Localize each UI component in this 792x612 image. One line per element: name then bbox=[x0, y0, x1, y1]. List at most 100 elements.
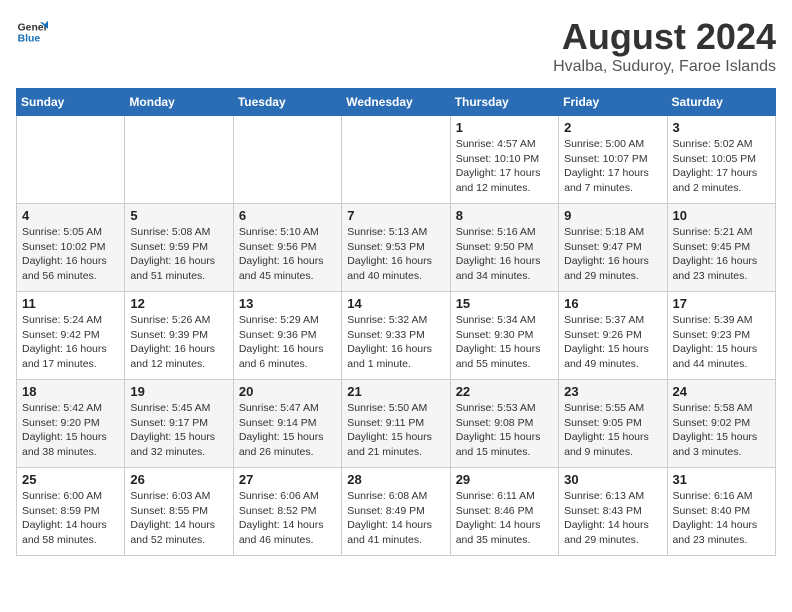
weekday-header-cell: Saturday bbox=[667, 89, 775, 116]
calendar-cell: 27 Sunrise: 6:06 AM Sunset: 8:52 PM Dayli… bbox=[233, 468, 341, 556]
day-info: Sunrise: 5:16 AM Sunset: 9:50 PM Dayligh… bbox=[456, 225, 553, 284]
calendar-cell: 12Sunrise: 5:26 AM Sunset: 9:39 PM Dayli… bbox=[125, 292, 233, 380]
day-info: Sunrise: 5:13 AM Sunset: 9:53 PM Dayligh… bbox=[347, 225, 444, 284]
day-number: 24 bbox=[673, 384, 770, 399]
weekday-header-cell: Wednesday bbox=[342, 89, 450, 116]
calendar-cell: 4 Sunrise: 5:05 AM Sunset: 10:02 PM Dayli… bbox=[17, 204, 125, 292]
weekday-header-row: SundayMondayTuesdayWednesdayThursdayFrid… bbox=[17, 89, 776, 116]
calendar-cell: 8 Sunrise: 5:16 AM Sunset: 9:50 PM Daylig… bbox=[450, 204, 558, 292]
day-number: 16 bbox=[564, 296, 661, 311]
calendar-cell: 23 Sunrise: 5:55 AM Sunset: 9:05 PM Dayli… bbox=[559, 380, 667, 468]
day-info: Sunrise: 5:47 AM Sunset: 9:14 PM Dayligh… bbox=[239, 401, 336, 460]
weekday-header-cell: Sunday bbox=[17, 89, 125, 116]
day-info: Sunrise: 5:18 AM Sunset: 9:47 PM Dayligh… bbox=[564, 225, 661, 284]
calendar-cell bbox=[125, 116, 233, 204]
day-info: Sunrise: 5:24 AM Sunset: 9:42 PM Dayligh… bbox=[22, 313, 119, 372]
day-number: 12 bbox=[130, 296, 227, 311]
subtitle: Hvalba, Suduroy, Faroe Islands bbox=[553, 58, 776, 76]
day-info: Sunrise: 6:13 AM Sunset: 8:43 PM Dayligh… bbox=[564, 489, 661, 548]
calendar-cell: 9 Sunrise: 5:18 AM Sunset: 9:47 PM Daylig… bbox=[559, 204, 667, 292]
logo-icon: General Blue bbox=[16, 16, 48, 48]
main-title: August 2024 bbox=[553, 16, 776, 58]
day-info: Sunrise: 5:32 AM Sunset: 9:33 PM Dayligh… bbox=[347, 313, 444, 372]
calendar-cell: 26 Sunrise: 6:03 AM Sunset: 8:55 PM Dayli… bbox=[125, 468, 233, 556]
day-number: 4 bbox=[22, 208, 119, 223]
calendar-cell: 24 Sunrise: 5:58 AM Sunset: 9:02 PM Dayli… bbox=[667, 380, 775, 468]
calendar-cell: 14Sunrise: 5:32 AM Sunset: 9:33 PM Dayli… bbox=[342, 292, 450, 380]
calendar-cell bbox=[342, 116, 450, 204]
day-info: Sunrise: 5:58 AM Sunset: 9:02 PM Dayligh… bbox=[673, 401, 770, 460]
day-info: Sunrise: 5:37 AM Sunset: 9:26 PM Dayligh… bbox=[564, 313, 661, 372]
day-number: 11 bbox=[22, 296, 119, 311]
weekday-header-cell: Monday bbox=[125, 89, 233, 116]
calendar-week-row: 18Sunrise: 5:42 AM Sunset: 9:20 PM Dayli… bbox=[17, 380, 776, 468]
day-number: 7 bbox=[347, 208, 444, 223]
calendar-cell: 29Sunrise: 6:11 AM Sunset: 8:46 PM Dayli… bbox=[450, 468, 558, 556]
calendar-cell: 21Sunrise: 5:50 AM Sunset: 9:11 PM Dayli… bbox=[342, 380, 450, 468]
calendar-cell: 30Sunrise: 6:13 AM Sunset: 8:43 PM Dayli… bbox=[559, 468, 667, 556]
day-number: 17 bbox=[673, 296, 770, 311]
day-info: Sunrise: 6:00 AM Sunset: 8:59 PM Dayligh… bbox=[22, 489, 119, 548]
day-info: Sunrise: 5:05 AM Sunset: 10:02 PM Daylig… bbox=[22, 225, 119, 284]
calendar-cell: 6Sunrise: 5:10 AM Sunset: 9:56 PM Daylig… bbox=[233, 204, 341, 292]
calendar-cell: 1 Sunrise: 4:57 AM Sunset: 10:10 PM Dayli… bbox=[450, 116, 558, 204]
day-info: Sunrise: 6:16 AM Sunset: 8:40 PM Dayligh… bbox=[673, 489, 770, 548]
calendar-cell bbox=[17, 116, 125, 204]
calendar-table: SundayMondayTuesdayWednesdayThursdayFrid… bbox=[16, 88, 776, 556]
weekday-header-cell: Tuesday bbox=[233, 89, 341, 116]
day-info: Sunrise: 5:53 AM Sunset: 9:08 PM Dayligh… bbox=[456, 401, 553, 460]
day-number: 13 bbox=[239, 296, 336, 311]
calendar-cell: 3 Sunrise: 5:02 AM Sunset: 10:05 PM Dayli… bbox=[667, 116, 775, 204]
day-number: 25 bbox=[22, 472, 119, 487]
day-number: 6 bbox=[239, 208, 336, 223]
title-block: August 2024 Hvalba, Suduroy, Faroe Islan… bbox=[553, 16, 776, 76]
day-info: Sunrise: 6:11 AM Sunset: 8:46 PM Dayligh… bbox=[456, 489, 553, 548]
day-info: Sunrise: 5:29 AM Sunset: 9:36 PM Dayligh… bbox=[239, 313, 336, 372]
calendar-cell: 17Sunrise: 5:39 AM Sunset: 9:23 PM Dayli… bbox=[667, 292, 775, 380]
weekday-header-cell: Thursday bbox=[450, 89, 558, 116]
calendar-week-row: 4 Sunrise: 5:05 AM Sunset: 10:02 PM Dayli… bbox=[17, 204, 776, 292]
calendar-cell: 2 Sunrise: 5:00 AM Sunset: 10:07 PM Dayli… bbox=[559, 116, 667, 204]
calendar-cell: 15Sunrise: 5:34 AM Sunset: 9:30 PM Dayli… bbox=[450, 292, 558, 380]
day-number: 22 bbox=[456, 384, 553, 399]
day-info: Sunrise: 6:08 AM Sunset: 8:49 PM Dayligh… bbox=[347, 489, 444, 548]
day-number: 23 bbox=[564, 384, 661, 399]
day-number: 27 bbox=[239, 472, 336, 487]
calendar-week-row: 11 Sunrise: 5:24 AM Sunset: 9:42 PM Dayli… bbox=[17, 292, 776, 380]
day-info: Sunrise: 6:06 AM Sunset: 8:52 PM Dayligh… bbox=[239, 489, 336, 548]
day-number: 8 bbox=[456, 208, 553, 223]
day-number: 21 bbox=[347, 384, 444, 399]
day-info: Sunrise: 6:03 AM Sunset: 8:55 PM Dayligh… bbox=[130, 489, 227, 548]
calendar-cell: 11 Sunrise: 5:24 AM Sunset: 9:42 PM Dayli… bbox=[17, 292, 125, 380]
calendar-cell: 22 Sunrise: 5:53 AM Sunset: 9:08 PM Dayli… bbox=[450, 380, 558, 468]
calendar-cell: 10Sunrise: 5:21 AM Sunset: 9:45 PM Dayli… bbox=[667, 204, 775, 292]
day-info: Sunrise: 4:57 AM Sunset: 10:10 PM Daylig… bbox=[456, 137, 553, 196]
calendar-cell: 28Sunrise: 6:08 AM Sunset: 8:49 PM Dayli… bbox=[342, 468, 450, 556]
day-info: Sunrise: 5:55 AM Sunset: 9:05 PM Dayligh… bbox=[564, 401, 661, 460]
calendar-cell: 5Sunrise: 5:08 AM Sunset: 9:59 PM Daylig… bbox=[125, 204, 233, 292]
calendar-cell: 20 Sunrise: 5:47 AM Sunset: 9:14 PM Dayli… bbox=[233, 380, 341, 468]
calendar-cell bbox=[233, 116, 341, 204]
day-number: 1 bbox=[456, 120, 553, 135]
day-number: 15 bbox=[456, 296, 553, 311]
day-info: Sunrise: 5:02 AM Sunset: 10:05 PM Daylig… bbox=[673, 137, 770, 196]
calendar-week-row: 25 Sunrise: 6:00 AM Sunset: 8:59 PM Dayli… bbox=[17, 468, 776, 556]
day-info: Sunrise: 5:21 AM Sunset: 9:45 PM Dayligh… bbox=[673, 225, 770, 284]
day-number: 31 bbox=[673, 472, 770, 487]
day-info: Sunrise: 5:42 AM Sunset: 9:20 PM Dayligh… bbox=[22, 401, 119, 460]
day-number: 9 bbox=[564, 208, 661, 223]
day-info: Sunrise: 5:00 AM Sunset: 10:07 PM Daylig… bbox=[564, 137, 661, 196]
weekday-header-cell: Friday bbox=[559, 89, 667, 116]
calendar-cell: 16 Sunrise: 5:37 AM Sunset: 9:26 PM Dayli… bbox=[559, 292, 667, 380]
calendar-cell: 7 Sunrise: 5:13 AM Sunset: 9:53 PM Daylig… bbox=[342, 204, 450, 292]
calendar-cell: 18Sunrise: 5:42 AM Sunset: 9:20 PM Dayli… bbox=[17, 380, 125, 468]
day-number: 3 bbox=[673, 120, 770, 135]
day-number: 5 bbox=[130, 208, 227, 223]
day-number: 20 bbox=[239, 384, 336, 399]
logo: General Blue bbox=[16, 16, 48, 48]
day-number: 2 bbox=[564, 120, 661, 135]
calendar-cell: 31 Sunrise: 6:16 AM Sunset: 8:40 PM Dayli… bbox=[667, 468, 775, 556]
calendar-body: 1 Sunrise: 4:57 AM Sunset: 10:10 PM Dayli… bbox=[17, 116, 776, 556]
page-header: General Blue August 2024 Hvalba, Suduroy… bbox=[16, 16, 776, 76]
day-number: 26 bbox=[130, 472, 227, 487]
